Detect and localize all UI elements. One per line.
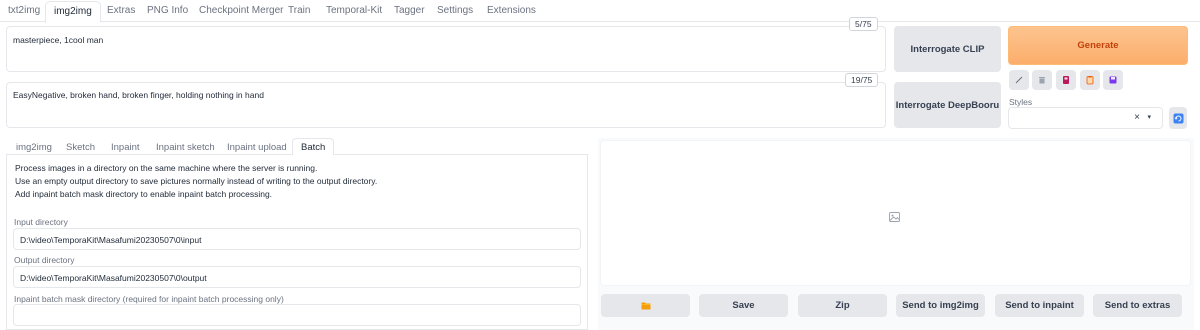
tab-settings[interactable]: Settings: [437, 5, 473, 16]
trash-icon: [1039, 77, 1045, 84]
send-to-img2img-button[interactable]: Send to img2img: [896, 294, 985, 317]
tab-img2img-mode[interactable]: img2img: [16, 142, 52, 153]
negative-prompt-text: EasyNegative, broken hand, broken finger…: [13, 90, 264, 100]
mask-directory-label: Inpaint batch mask directory (required f…: [14, 294, 284, 304]
tab-inpaint[interactable]: Inpaint: [111, 142, 140, 153]
edit-styles-button[interactable]: [1009, 70, 1029, 90]
input-directory-label: Input directory: [14, 217, 68, 227]
open-folder-button[interactable]: [601, 294, 690, 317]
send-to-inpaint-button[interactable]: Send to inpaint: [995, 294, 1084, 317]
zip-button[interactable]: Zip: [798, 294, 887, 317]
pencil-icon: [1015, 76, 1023, 84]
tab-extras[interactable]: Extras: [107, 5, 135, 16]
save-icon: [1109, 76, 1117, 84]
tab-tagger[interactable]: Tagger: [394, 5, 425, 16]
mask-directory-field[interactable]: [13, 304, 581, 326]
prompt-token-counter: 5/75: [849, 17, 878, 31]
apply-style-button[interactable]: [1080, 70, 1100, 90]
input-directory-value: D:\video\TemporaKit\Masafumi20230507\0\i…: [20, 235, 202, 245]
tab-txt2img[interactable]: txt2img: [8, 5, 40, 16]
batch-info-line: Process images in a directory on the sam…: [15, 163, 318, 173]
interrogate-clip-button[interactable]: Interrogate CLIP: [894, 26, 1001, 72]
img2img-mode-tabs: img2img Sketch Inpaint Inpaint sketch In…: [6, 138, 588, 156]
refresh-icon: [1173, 113, 1183, 123]
clear-prompt-button[interactable]: [1032, 70, 1052, 90]
tab-img2img[interactable]: img2img: [45, 1, 101, 23]
clear-styles-icon[interactable]: ×: [1134, 112, 1140, 123]
chevron-down-icon: ▾: [1147, 114, 1151, 121]
interrogate-deepbooru-button[interactable]: Interrogate DeepBooru: [894, 82, 1001, 128]
batch-info-line: Add inpaint batch mask directory to enab…: [15, 189, 273, 199]
tab-batch[interactable]: Batch: [292, 138, 335, 156]
tab-inpaint-upload[interactable]: Inpaint upload: [227, 142, 287, 153]
negative-prompt-input[interactable]: EasyNegative, broken hand, broken finger…: [6, 82, 886, 128]
main-tab-bar: txt2img img2img Extras PNG Info Checkpoi…: [0, 0, 1200, 23]
extra-networks-button[interactable]: [1056, 70, 1076, 90]
styles-dropdown[interactable]: × ▾: [1008, 107, 1163, 129]
prompt-input[interactable]: masterpiece, 1cool man: [6, 26, 886, 72]
tab-train[interactable]: Train: [288, 5, 310, 16]
generate-button[interactable]: Generate: [1008, 26, 1188, 65]
output-directory-value: D:\video\TemporaKit\Masafumi20230507\0\o…: [20, 273, 207, 283]
bookmark-icon: [1063, 76, 1069, 84]
tab-temporal-kit[interactable]: Temporal-Kit: [326, 5, 382, 16]
output-gallery: [600, 140, 1191, 286]
folder-icon: [641, 302, 650, 310]
styles-label: Styles: [1009, 97, 1033, 107]
tab-inpaint-sketch[interactable]: Inpaint sketch: [156, 142, 215, 153]
input-directory-field[interactable]: D:\video\TemporaKit\Masafumi20230507\0\i…: [13, 228, 581, 250]
negative-prompt-token-counter: 19/75: [845, 73, 879, 87]
image-placeholder-icon: [889, 212, 900, 222]
save-style-button[interactable]: [1103, 70, 1123, 90]
prompt-text: masterpiece, 1cool man: [13, 35, 104, 45]
send-to-extras-button[interactable]: Send to extras: [1093, 294, 1182, 317]
batch-info-line: Use an empty output directory to save pi…: [15, 176, 378, 186]
save-button[interactable]: Save: [699, 294, 788, 317]
batch-panel: Process images in a directory on the sam…: [6, 155, 588, 330]
output-directory-field[interactable]: D:\video\TemporaKit\Masafumi20230507\0\o…: [13, 266, 581, 288]
output-directory-label: Output directory: [14, 255, 75, 265]
tab-extensions[interactable]: Extensions: [487, 5, 536, 16]
refresh-styles-button[interactable]: [1169, 107, 1187, 129]
output-panel: Save Zip Send to img2img Send to inpaint…: [598, 138, 1194, 330]
clipboard-icon: [1086, 76, 1094, 85]
tab-checkpoint-merger[interactable]: Checkpoint Merger: [199, 5, 283, 16]
tab-sketch[interactable]: Sketch: [66, 142, 95, 153]
tab-png-info[interactable]: PNG Info: [147, 5, 188, 16]
